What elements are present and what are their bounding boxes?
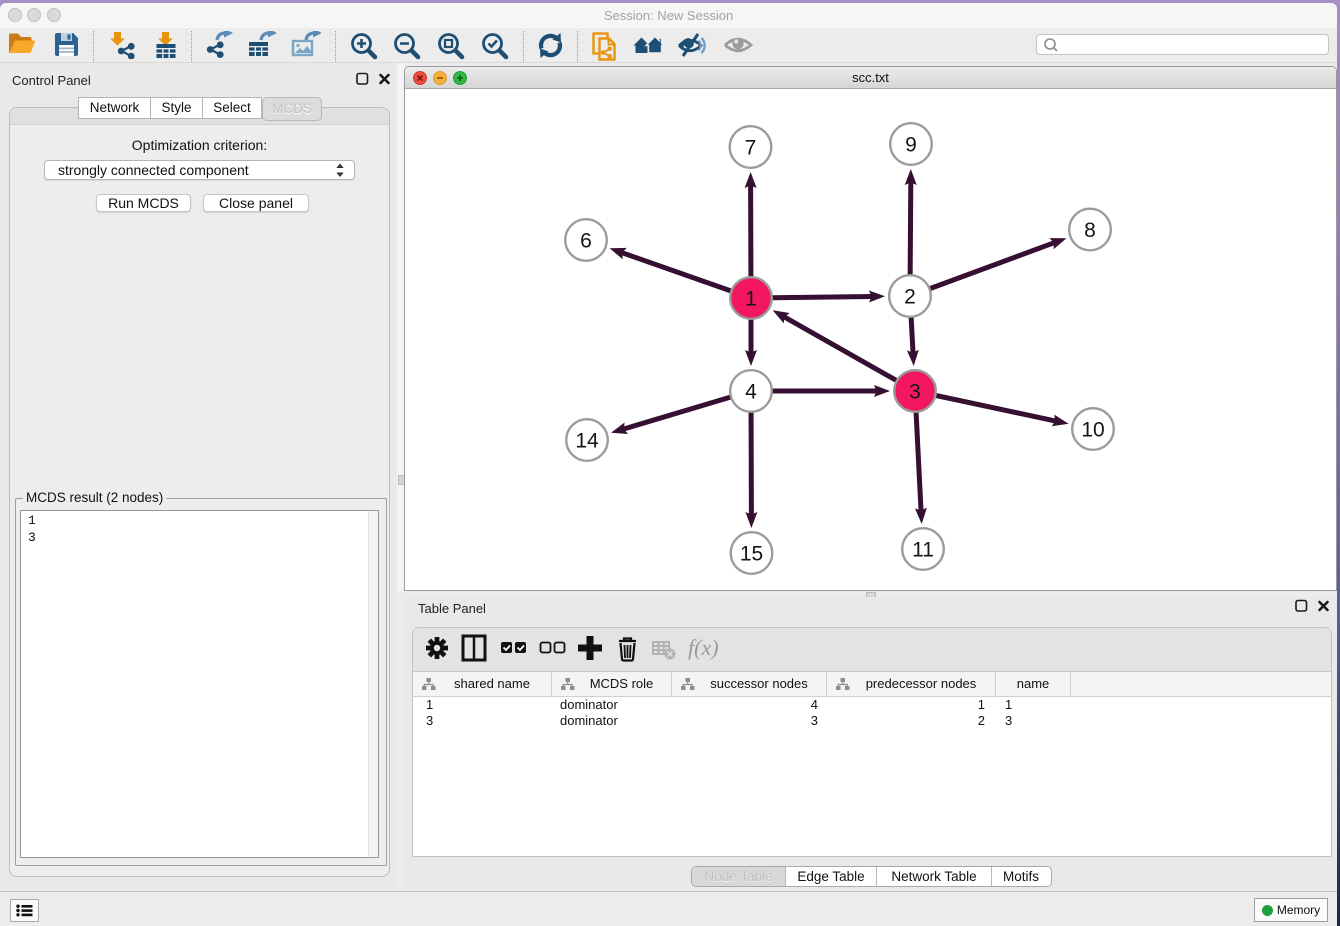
- svg-text:9: 9: [905, 134, 917, 157]
- svg-text:7: 7: [745, 137, 757, 160]
- svg-text:f(x): f(x): [688, 635, 719, 660]
- svg-text:6: 6: [580, 230, 592, 253]
- svg-text:15: 15: [740, 543, 763, 566]
- svg-text:1: 1: [745, 288, 757, 311]
- svg-text:2: 2: [904, 286, 916, 309]
- svg-text:3: 3: [909, 381, 921, 404]
- svg-text:11: 11: [912, 539, 934, 562]
- svg-text:8: 8: [1084, 219, 1096, 242]
- svg-text:4: 4: [745, 381, 757, 404]
- svg-text:14: 14: [575, 430, 599, 453]
- svg-text:10: 10: [1081, 419, 1104, 442]
